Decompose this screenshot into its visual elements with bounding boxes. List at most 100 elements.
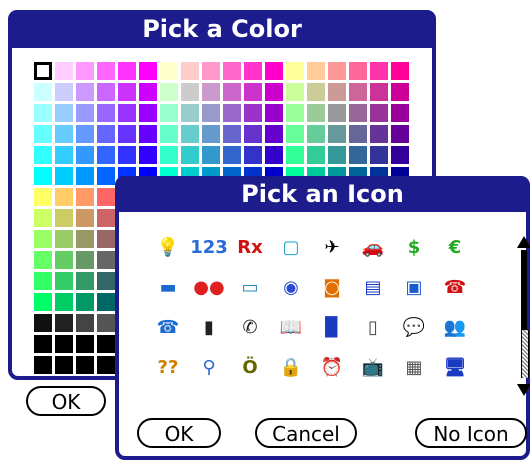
color-swatch[interactable] xyxy=(97,125,115,143)
color-swatch[interactable] xyxy=(34,188,52,206)
color-swatch[interactable] xyxy=(160,104,178,122)
scrollbar[interactable] xyxy=(517,236,530,396)
color-swatch[interactable] xyxy=(223,83,241,101)
color-swatch[interactable] xyxy=(97,314,115,332)
color-swatch[interactable] xyxy=(328,146,346,164)
speech-bubble-icon[interactable]: 💬 xyxy=(401,314,427,340)
calculator-icon[interactable]: ▦ xyxy=(401,354,427,380)
color-swatch[interactable] xyxy=(202,83,220,101)
color-swatch[interactable] xyxy=(34,230,52,248)
color-swatch[interactable] xyxy=(391,104,409,122)
euro-icon[interactable]: € xyxy=(442,234,468,260)
numbers-icon[interactable]: 123 xyxy=(190,234,228,260)
cancel-button[interactable]: Cancel xyxy=(255,418,357,448)
notebook-icon[interactable]: ▉ xyxy=(319,314,345,340)
color-swatch[interactable] xyxy=(307,83,325,101)
color-swatch[interactable] xyxy=(34,251,52,269)
color-swatch[interactable] xyxy=(97,83,115,101)
color-swatch[interactable] xyxy=(286,104,304,122)
dollar-icon[interactable]: $ xyxy=(401,234,427,260)
alarm-clock-icon[interactable]: ⏰ xyxy=(319,354,345,380)
color-swatch[interactable] xyxy=(307,125,325,143)
color-swatch[interactable] xyxy=(181,125,199,143)
color-swatch[interactable] xyxy=(160,62,178,80)
question-icon[interactable]: ?? xyxy=(155,354,181,380)
color-swatch[interactable] xyxy=(34,335,52,353)
color-swatch[interactable] xyxy=(223,104,241,122)
color-swatch[interactable] xyxy=(97,167,115,185)
color-swatch[interactable] xyxy=(286,146,304,164)
color-swatch[interactable] xyxy=(34,314,52,332)
color-swatch[interactable] xyxy=(34,293,52,311)
color-swatch[interactable] xyxy=(370,62,388,80)
color-swatch[interactable] xyxy=(349,83,367,101)
color-swatch[interactable] xyxy=(370,104,388,122)
color-swatch[interactable] xyxy=(181,146,199,164)
color-swatch[interactable] xyxy=(202,146,220,164)
color-swatch[interactable] xyxy=(328,83,346,101)
color-swatch[interactable] xyxy=(244,104,262,122)
color-swatch[interactable] xyxy=(139,125,157,143)
color-swatch[interactable] xyxy=(181,83,199,101)
color-swatch[interactable] xyxy=(76,314,94,332)
airplane-icon[interactable]: ✈ xyxy=(319,234,345,260)
color-swatch[interactable] xyxy=(55,146,73,164)
color-swatch[interactable] xyxy=(202,104,220,122)
color-swatch[interactable] xyxy=(97,335,115,353)
color-swatch[interactable] xyxy=(55,272,73,290)
color-swatch[interactable] xyxy=(328,104,346,122)
color-swatch[interactable] xyxy=(76,356,94,374)
document-icon[interactable]: ▯ xyxy=(360,314,386,340)
color-swatch[interactable] xyxy=(160,146,178,164)
color-swatch[interactable] xyxy=(76,209,94,227)
color-swatch[interactable] xyxy=(55,209,73,227)
color-swatch[interactable] xyxy=(139,83,157,101)
color-swatch[interactable] xyxy=(391,125,409,143)
color-swatch[interactable] xyxy=(307,146,325,164)
color-swatch[interactable] xyxy=(34,104,52,122)
color-swatch[interactable] xyxy=(55,251,73,269)
phone-red-icon[interactable]: ☎ xyxy=(442,274,468,300)
color-swatch[interactable] xyxy=(370,83,388,101)
color-swatch[interactable] xyxy=(349,125,367,143)
color-swatch[interactable] xyxy=(55,230,73,248)
color-swatch[interactable] xyxy=(370,125,388,143)
lightbulb-icon[interactable]: 💡 xyxy=(155,234,181,260)
color-swatch[interactable] xyxy=(265,83,283,101)
color-swatch[interactable] xyxy=(391,62,409,80)
color-swatch[interactable] xyxy=(223,125,241,143)
color-swatch[interactable] xyxy=(76,293,94,311)
color-swatch[interactable] xyxy=(118,83,136,101)
color-swatch[interactable] xyxy=(328,125,346,143)
color-swatch[interactable] xyxy=(139,146,157,164)
color-swatch[interactable] xyxy=(307,104,325,122)
tv-icon[interactable]: 📺 xyxy=(360,354,386,380)
color-swatch[interactable] xyxy=(55,167,73,185)
color-swatch[interactable] xyxy=(307,62,325,80)
color-swatch[interactable] xyxy=(55,83,73,101)
color-swatch[interactable] xyxy=(265,104,283,122)
color-swatch[interactable] xyxy=(34,356,52,374)
color-swatch[interactable] xyxy=(328,62,346,80)
color-swatch[interactable] xyxy=(244,125,262,143)
scrollbar-thumb[interactable] xyxy=(521,330,529,378)
color-swatch[interactable] xyxy=(244,83,262,101)
color-swatch[interactable] xyxy=(76,104,94,122)
color-swatch[interactable] xyxy=(34,125,52,143)
color-swatch[interactable] xyxy=(391,146,409,164)
color-swatch[interactable] xyxy=(286,62,304,80)
color-swatch[interactable] xyxy=(34,83,52,101)
color-swatch[interactable] xyxy=(34,209,52,227)
ok-button[interactable]: OK xyxy=(26,386,106,416)
color-swatch[interactable] xyxy=(349,146,367,164)
color-swatch[interactable] xyxy=(97,251,115,269)
color-swatch[interactable] xyxy=(223,146,241,164)
scroll-up-arrow-icon[interactable] xyxy=(517,236,530,248)
color-swatch[interactable] xyxy=(349,62,367,80)
color-swatch[interactable] xyxy=(97,272,115,290)
color-swatch[interactable] xyxy=(76,125,94,143)
scroll-down-arrow-icon[interactable] xyxy=(517,384,530,396)
color-swatch[interactable] xyxy=(34,272,52,290)
disc-icon[interactable]: ◉ xyxy=(278,274,304,300)
color-swatch[interactable] xyxy=(55,125,73,143)
